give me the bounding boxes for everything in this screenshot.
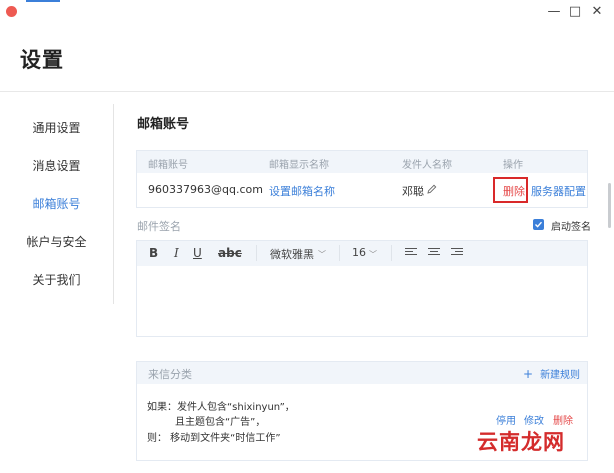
sidebar-divider [113, 104, 114, 304]
title-accent-line [26, 0, 60, 2]
delete-account-button[interactable]: 删除 [503, 183, 525, 199]
align-center-icon[interactable] [428, 248, 440, 259]
sidebar: 通用设置 消息设置 邮箱账号 帐户与安全 关于我们 [0, 92, 113, 473]
accounts-table-header: 邮箱账号 邮箱显示名称 发件人名称 操作 [137, 151, 587, 173]
sidebar-item-messages[interactable]: 消息设置 [0, 157, 113, 174]
toolbar-separator [339, 245, 340, 261]
new-rule-button[interactable]: + 新建规则 [523, 366, 580, 381]
section-title: 邮箱账号 [137, 117, 190, 132]
close-dot-icon[interactable] [6, 6, 17, 17]
page-title: 设置 [20, 48, 64, 72]
column-header-actions: 操作 [503, 160, 523, 171]
window-titlebar: — □ ✕ [0, 0, 614, 24]
sender-name: 邓聪 [402, 185, 424, 198]
accounts-table: 邮箱账号 邮箱显示名称 发件人名称 操作 960337963@qq.com 设置… [136, 150, 588, 208]
watermark-logo: 云南龙网 [477, 430, 565, 454]
rule-condition-subject: 且主题包含“广告”， [175, 417, 266, 428]
edit-rule-button[interactable]: 修改 [524, 412, 544, 427]
editor-toolbar: B I U abc 微软雅黑 ﹀ 16 ﹀ [137, 241, 587, 266]
scrollbar[interactable] [608, 183, 611, 228]
font-family-select[interactable]: 微软雅黑 [270, 246, 314, 262]
table-row: 960337963@qq.com 设置邮箱名称 邓聪 删除 服务器配置 [137, 173, 587, 207]
italic-button[interactable]: I [174, 246, 179, 260]
account-email: 960337963@qq.com [148, 183, 263, 196]
disable-rule-button[interactable]: 停用 [496, 412, 516, 427]
column-header-sender-name: 发件人名称 [402, 160, 452, 171]
edit-pencil-icon[interactable] [427, 184, 437, 197]
maximize-icon[interactable]: □ [567, 4, 583, 20]
sidebar-item-account-security[interactable]: 帐户与安全 [0, 233, 113, 250]
new-rule-label: 新建规则 [540, 370, 581, 381]
sidebar-item-general[interactable]: 通用设置 [0, 119, 113, 136]
strikethrough-button[interactable]: abc [218, 246, 242, 260]
set-display-name-link[interactable]: 设置邮箱名称 [269, 183, 335, 199]
enable-signature-label: 启动签名 [551, 222, 591, 233]
font-size-select[interactable]: 16 [352, 246, 366, 259]
delete-rule-button[interactable]: 删除 [553, 412, 573, 427]
server-config-link[interactable]: 服务器配置 [531, 183, 586, 199]
checkmark-icon [535, 221, 543, 228]
column-header-email: 邮箱账号 [148, 160, 188, 171]
sidebar-item-about[interactable]: 关于我们 [0, 271, 113, 288]
bold-button[interactable]: B [149, 246, 158, 260]
rule-action: 则： 移动到文件夹“时信工作” [147, 433, 281, 444]
enable-signature-checkbox[interactable] [533, 219, 544, 230]
signature-label: 邮件签名 [137, 220, 181, 233]
plus-icon: + [523, 367, 534, 381]
chevron-down-icon[interactable]: ﹀ [369, 249, 377, 260]
signature-editor[interactable]: B I U abc 微软雅黑 ﹀ 16 ﹀ [136, 240, 588, 337]
toolbar-separator [256, 245, 257, 261]
underline-button[interactable]: U [193, 246, 202, 260]
align-left-icon[interactable] [405, 248, 417, 259]
close-icon[interactable]: ✕ [589, 4, 605, 20]
minimize-icon[interactable]: — [546, 4, 562, 20]
toolbar-separator [391, 245, 392, 261]
column-header-display-name: 邮箱显示名称 [269, 160, 329, 171]
mail-rules-title: 来信分类 [148, 368, 192, 381]
sidebar-item-mail-accounts[interactable]: 邮箱账号 [0, 195, 113, 212]
chevron-down-icon[interactable]: ﹀ [318, 249, 326, 260]
mail-rules-header: 来信分类 + 新建规则 [137, 362, 587, 384]
rule-condition-sender: 如果：发件人包含“shixinyun”， [147, 402, 295, 413]
align-right-icon[interactable] [451, 248, 463, 259]
